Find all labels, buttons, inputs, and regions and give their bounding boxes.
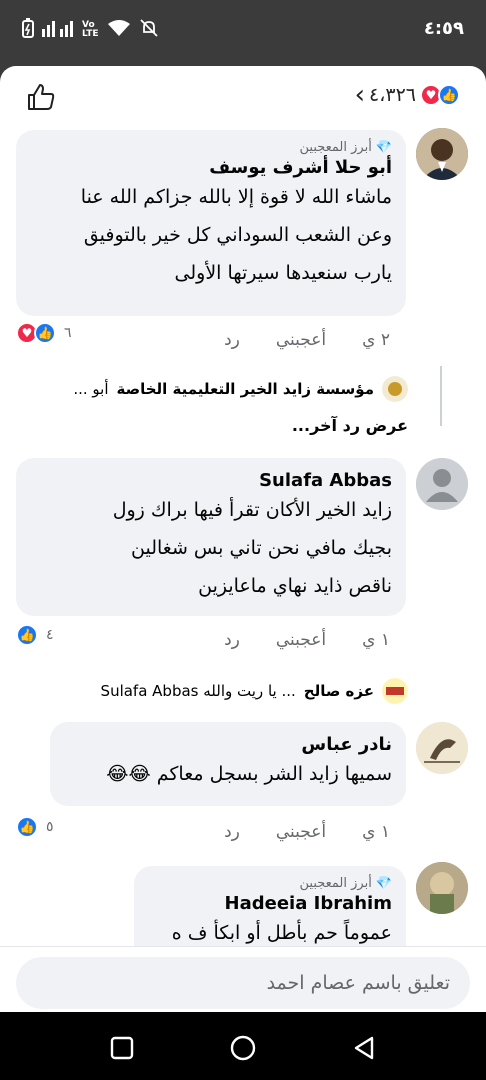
- avatar[interactable]: [416, 458, 468, 510]
- mute-icon: [139, 18, 159, 42]
- avatar[interactable]: [416, 862, 468, 914]
- reply-author: عزه صالح: [303, 682, 374, 700]
- reply-action[interactable]: رد: [224, 330, 240, 350]
- comments-header: ‹ ٤،٣٢٦ ♥ 👍: [0, 66, 486, 126]
- reply-action[interactable]: رد: [224, 630, 240, 650]
- wifi-icon: [107, 19, 131, 41]
- like-reaction-icon: 👍: [438, 84, 460, 106]
- diamond-icon: 💎: [375, 876, 392, 891]
- comments-sheet: ‹ ٤،٣٢٦ ♥ 👍 💎 أبرز المعجبين أبو حلا أشرف…: [0, 66, 486, 1012]
- reply-author: مؤسسة زايد الخير التعليمية الخاصة: [116, 380, 375, 398]
- top-fan-badge: 💎 أبرز المعجبين: [299, 140, 393, 155]
- like-reaction-icon: 👍: [16, 624, 38, 646]
- reply-snippet: ... يا ريت والله Sulafa Abbas: [100, 682, 296, 700]
- comment-bubble[interactable]: Sulafa Abbas زايد الخير الأكان تقرأ فيها…: [16, 458, 406, 616]
- comment-reactions[interactable]: ♥ 👍 ٦: [16, 322, 72, 344]
- volte-icon: Vo LTE: [82, 20, 99, 39]
- comment-bubble[interactable]: نادر عباس سميها زايد الشر بسجل معاكم 😂😂: [50, 722, 406, 806]
- reply-action[interactable]: رد: [224, 822, 240, 842]
- comment-input[interactable]: تعليق باسم عصام احمد: [16, 957, 470, 1009]
- avatar: [382, 678, 408, 704]
- like-reaction-icon: 👍: [34, 322, 56, 344]
- reply-preview[interactable]: عزه صالح ... يا ريت والله Sulafa Abbas: [101, 678, 408, 704]
- like-action[interactable]: أعجبني: [276, 822, 326, 842]
- chevron-left-icon: ‹: [354, 80, 366, 110]
- comment-author[interactable]: Hadeeia Ibrahim: [148, 893, 392, 914]
- comment-text-line: سميها زايد الشر بسجل معاكم 😂😂: [106, 763, 392, 785]
- reaction-count: ٤: [46, 627, 54, 643]
- diamond-icon: 💎: [375, 140, 392, 155]
- top-fan-badge: 💎 أبرز المعجبين: [299, 876, 393, 891]
- like-action[interactable]: أعجبني: [276, 630, 326, 650]
- comment-author[interactable]: نادر عباس: [64, 734, 392, 755]
- comment-text-line: زايد الخير الأكان تقرأ فيها براك زول: [112, 499, 392, 521]
- comment-reactions[interactable]: 👍 ٤: [16, 624, 54, 646]
- reply-preview[interactable]: مؤسسة زايد الخير التعليمية الخاصة أبو ..…: [73, 376, 408, 402]
- status-bar: Vo LTE ٤:٥٩: [0, 0, 486, 62]
- reply-snippet: أبو ...: [73, 380, 109, 398]
- post-reaction-count: ٤،٣٢٦: [369, 84, 416, 106]
- avatar: [382, 376, 408, 402]
- comment-bubble[interactable]: 💎 أبرز المعجبين أبو حلا أشرف يوسف ماشاء …: [16, 130, 406, 316]
- comment-actions: ١ ي أعجبني رد: [224, 822, 390, 842]
- comment-time: ٢ ي: [362, 330, 390, 350]
- comment-author[interactable]: Sulafa Abbas: [30, 470, 392, 491]
- recents-button[interactable]: [108, 1034, 136, 1062]
- clock: ٤:٥٩: [423, 18, 464, 39]
- comment-text-line: ماشاء الله لا قوة إلا بالله جزاكم الله ع…: [80, 186, 392, 208]
- comment-actions: ٢ ي أعجبني رد: [224, 330, 390, 350]
- home-button[interactable]: [229, 1034, 257, 1062]
- like-reaction-icon: 👍: [16, 816, 38, 838]
- comment-reactions[interactable]: 👍 ٥: [16, 816, 54, 838]
- post-reactions[interactable]: ‹ ٤،٣٢٦ ♥ 👍: [355, 82, 460, 108]
- status-icons: Vo LTE: [22, 18, 159, 42]
- avatar[interactable]: [416, 128, 468, 180]
- thread-line: [440, 366, 442, 426]
- like-action[interactable]: أعجبني: [276, 330, 326, 350]
- comment-time: ١ ي: [362, 630, 390, 650]
- battery-icon: [22, 18, 34, 42]
- comment-actions: ١ ي أعجبني رد: [224, 630, 390, 650]
- reaction-count: ٥: [46, 819, 54, 835]
- comment-time: ١ ي: [362, 822, 390, 842]
- comment-text-line: وعن الشعب السوداني كل خير بالتوفيق: [83, 224, 392, 246]
- comment-text-line: ناقص ذايد نهاي ماعايزين: [198, 575, 392, 597]
- comment-composer: تعليق باسم عصام احمد: [0, 946, 486, 1012]
- back-button[interactable]: [350, 1034, 378, 1062]
- navigation-bar: [0, 1012, 486, 1080]
- comment-text-line: يارب سنعيدها سيرتها الأولى: [174, 262, 392, 284]
- like-button-icon[interactable]: [26, 82, 56, 112]
- reaction-count: ٦: [64, 325, 72, 341]
- comment-author[interactable]: أبو حلا أشرف يوسف: [30, 157, 392, 178]
- comment-text-line: بجيك مافي نحن تاني بس شغالين: [131, 537, 392, 559]
- view-more-replies[interactable]: عرض رد آخر...: [292, 416, 408, 435]
- avatar[interactable]: [416, 722, 468, 774]
- signal-icon: [42, 19, 74, 41]
